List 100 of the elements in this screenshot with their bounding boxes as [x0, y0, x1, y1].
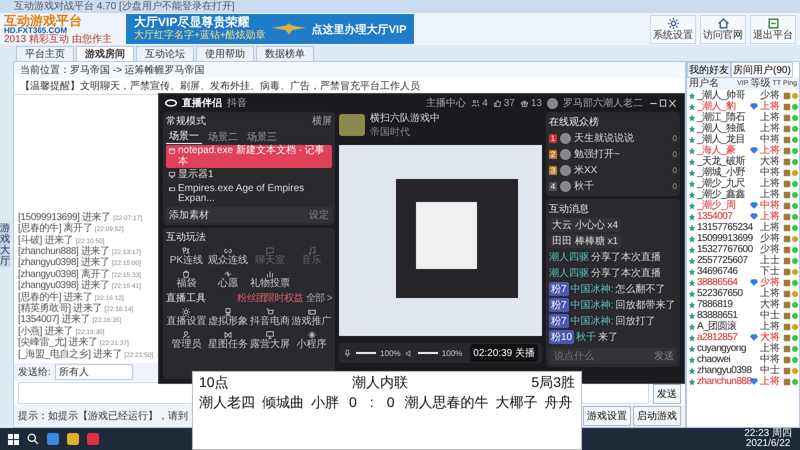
send-message-button[interactable]: 发送: [654, 349, 674, 363]
feature-button[interactable]: 观众连线: [208, 244, 248, 266]
box-icon: [783, 344, 791, 352]
account-name[interactable]: 罗马部六潮人老二: [563, 96, 643, 110]
user-name[interactable]: 7886819: [697, 299, 749, 310]
feature-button[interactable]: PK连线: [166, 244, 207, 266]
fan-badge: 粉10: [549, 330, 574, 344]
taskbar-app-icon[interactable]: [47, 433, 59, 445]
side-tab[interactable]: 游戏大厅: [0, 222, 10, 266]
user-name[interactable]: _潮城_小野: [697, 167, 749, 178]
star-icon: [688, 256, 696, 264]
tool-button[interactable]: 直播设置: [166, 306, 207, 328]
user-panel-tab[interactable]: 房间用户(90): [731, 62, 793, 78]
source-item[interactable]: Empires.exe Age of Empires Expan...: [166, 182, 332, 206]
nav-tab[interactable]: 数据榜单: [256, 46, 314, 61]
box-icon: [783, 202, 791, 210]
mode-label[interactable]: 常规模式: [166, 114, 206, 128]
search-icon[interactable]: [27, 433, 39, 445]
tool-button[interactable]: 虚拟形象: [208, 306, 248, 328]
user-name[interactable]: 1354007: [697, 211, 749, 222]
user-panel-tab[interactable]: 我的好友: [687, 62, 731, 78]
box-icon: [783, 300, 791, 308]
user-name[interactable]: 83888651: [697, 310, 749, 321]
tool-button[interactable]: 抖音电商: [250, 306, 290, 328]
viewer-name[interactable]: 秋千: [574, 179, 670, 193]
user-name[interactable]: _潮少_周: [697, 200, 749, 211]
user-name[interactable]: _潮少_九尺: [697, 178, 749, 189]
user-name[interactable]: A_团圆滚: [697, 321, 749, 332]
source-item[interactable]: 显示器1: [166, 169, 332, 182]
game-button[interactable]: 游戏设置: [583, 406, 631, 426]
taskbar-app-icon[interactable]: [67, 433, 79, 445]
viewer-name[interactable]: 天生就说说说: [574, 131, 670, 145]
feature-button[interactable]: 心愿: [208, 268, 248, 290]
user-name[interactable]: _潮人_独孤: [697, 123, 749, 134]
nav-tab[interactable]: 使用帮助: [196, 46, 254, 61]
settings-icon: [181, 306, 192, 316]
box-icon: [783, 278, 791, 286]
feature-button[interactable]: 礼物投票: [250, 268, 290, 290]
user-name[interactable]: 2557725607: [697, 255, 749, 266]
user-name[interactable]: _潮江_隋石: [697, 112, 749, 123]
add-source-button[interactable]: 添加素材: [169, 208, 209, 222]
message-text: 怎么翻不了: [615, 282, 666, 296]
vip-banner[interactable]: 大厅VIP尽显尊贵荣耀 大厅红字名字+蓝钻+酷炫勋章 点这里办理大厅VIP: [126, 14, 414, 44]
live-timer-button[interactable]: 02:20:39 关播: [470, 344, 538, 362]
microphone-icon[interactable]: [343, 348, 352, 358]
user-name[interactable]: _潮人_帅哥: [697, 90, 749, 101]
user-name[interactable]: a2812857: [697, 332, 749, 343]
taskbar-app-icon[interactable]: [87, 433, 99, 445]
fan-badge: 粉7: [549, 298, 569, 312]
user-name[interactable]: 34696746: [697, 266, 749, 277]
user-name[interactable]: _海人_豪: [697, 145, 749, 156]
chat-action: 进来了: [80, 257, 110, 268]
orientation-toggle[interactable]: 横屏: [312, 114, 332, 128]
scene-tab[interactable]: 场景二: [205, 130, 241, 144]
recipient-dropdown[interactable]: 所有人: [54, 364, 133, 380]
user-name[interactable]: cuyangyong: [697, 343, 749, 354]
message-input[interactable]: 说点什么 发送: [549, 348, 677, 364]
box-icon: [783, 146, 791, 154]
tool-button[interactable]: 管理员: [166, 328, 207, 350]
nav-tab[interactable]: 互动论坛: [136, 46, 194, 61]
source-item[interactable]: notepad.exe 新建文本文档 - 记事本: [166, 145, 332, 168]
user-name[interactable]: chaowei: [697, 354, 749, 365]
host-center-link[interactable]: 主播中心: [426, 96, 466, 110]
chat-user: [思春的牛]: [18, 223, 62, 234]
bag-icon: [181, 268, 192, 278]
toolbar-button[interactable]: 退出平台: [750, 14, 796, 44]
chat-action: 进来了: [80, 280, 110, 292]
chat-user: [zhangyu0398]: [18, 280, 78, 292]
avatar-circle: [560, 180, 571, 192]
scene-tab[interactable]: 场景三: [244, 130, 280, 144]
user-name[interactable]: _天龙_破斯: [697, 156, 749, 167]
user-name[interactable]: _潮人_豹: [697, 101, 749, 112]
feature-button[interactable]: 福袋: [166, 268, 207, 290]
promo-text[interactable]: 粉丝团限时权益: [236, 290, 303, 304]
nav-tab[interactable]: 游戏房间: [76, 46, 134, 61]
taskbar-clock[interactable]: 22:23 周四 2021/6/22: [744, 429, 792, 449]
more-link[interactable]: 全部 >: [306, 290, 332, 304]
box-icon: [783, 256, 791, 264]
toolbar-button[interactable]: 访问官网: [700, 14, 746, 44]
scene-tab[interactable]: 场景一: [166, 129, 202, 144]
tool-button[interactable]: 星图任务: [208, 328, 248, 350]
user-name[interactable]: 38886564: [697, 277, 749, 288]
send-button[interactable]: 发送: [653, 384, 681, 404]
window-controls-icon[interactable]: [648, 98, 678, 108]
toolbar-button[interactable]: 系统设置: [650, 14, 696, 44]
user-name[interactable]: 522367650: [697, 288, 749, 299]
tool-button[interactable]: 游戏推广: [291, 306, 332, 328]
nav-tab[interactable]: 平台主页: [16, 46, 74, 61]
tip-text: 提示：如提示【游戏已经运行】，请到: [18, 410, 188, 423]
user-name[interactable]: _潮人_龙目: [697, 134, 749, 145]
tool-button[interactable]: 小程序: [291, 328, 332, 350]
app-name: 直播伴侣: [182, 96, 222, 110]
game-button[interactable]: 启动游戏: [633, 406, 681, 426]
tool-button[interactable]: 露营大屏: [250, 328, 290, 350]
viewer-name[interactable]: 勉强打开~: [574, 147, 670, 161]
user-name[interactable]: _潮少_鑫鑫: [697, 189, 749, 200]
source-settings-button[interactable]: 设定: [309, 208, 329, 222]
viewer-name[interactable]: 米XX: [574, 163, 670, 177]
section-title: 在线观众榜: [549, 116, 600, 129]
windows-logo-icon[interactable]: [8, 434, 19, 444]
